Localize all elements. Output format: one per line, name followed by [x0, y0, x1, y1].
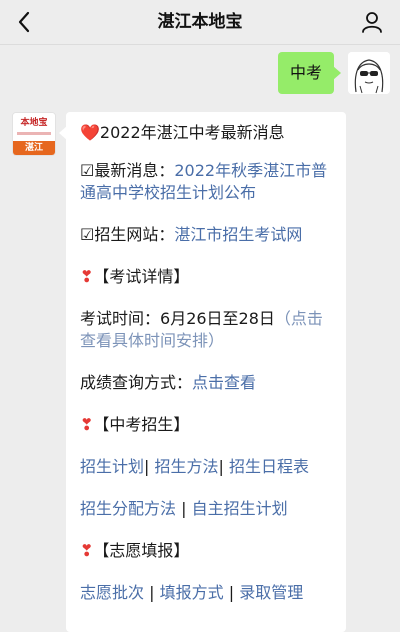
link-admission-management[interactable]: 录取管理	[239, 583, 303, 602]
site-link[interactable]: 湛江市招生考试网	[174, 225, 302, 244]
news-prefix: ☑最新消息：	[80, 161, 175, 180]
news-line: ☑最新消息：2022年秋季湛江市普通高中学校招生计划公布	[80, 160, 336, 204]
cartoon-girl-avatar-icon	[348, 52, 390, 94]
section-title: 【考试详情】	[93, 267, 190, 286]
link-independent-admission[interactable]: 自主招生计划	[192, 499, 288, 518]
admission-links-row-1: 招生计划| 招生方法| 招生日程表	[80, 456, 336, 478]
exam-time-line: 考试时间：6月26日至28日（点击查看具体时间安排）	[80, 308, 336, 352]
link-fill-method[interactable]: 填报方式	[160, 583, 224, 602]
score-line: 成绩查询方式：点击查看	[80, 372, 336, 394]
person-icon	[362, 12, 382, 33]
bot-logo-text: 本地宝	[13, 113, 55, 141]
exclamation-heart-icon: ❣	[80, 541, 94, 560]
application-links-row: 志愿批次 | 填报方式 | 录取管理	[80, 582, 336, 604]
reply-headline-text: 2022年湛江中考最新消息	[99, 123, 285, 142]
profile-button[interactable]	[358, 8, 386, 36]
section-admission: ❣【中考招生】	[80, 414, 336, 436]
site-prefix: ☑招生网站：	[80, 225, 175, 244]
link-admission-plan[interactable]: 招生计划	[80, 457, 144, 476]
site-line: ☑招生网站：湛江市招生考试网	[80, 224, 336, 246]
separator: |	[218, 457, 224, 476]
exam-time-value: 6月26日至28日	[160, 309, 275, 328]
bot-logo-underline	[17, 132, 51, 135]
link-admission-method[interactable]: 招生方法	[155, 457, 219, 476]
section-title: 【志愿填报】	[93, 541, 190, 560]
link-batches[interactable]: 志愿批次	[80, 583, 144, 602]
section-title: 【中考招生】	[93, 415, 190, 434]
score-link[interactable]: 点击查看	[192, 373, 256, 392]
separator: |	[144, 457, 150, 476]
separator: |	[228, 583, 235, 602]
section-application: ❣【志愿填报】	[80, 540, 336, 562]
exclamation-heart-icon: ❣	[80, 267, 94, 286]
outgoing-message-row: 中考	[190, 52, 390, 96]
incoming-message-bubble: ❤️2022年湛江中考最新消息 ☑最新消息：2022年秋季湛江市普通高中学校招生…	[59, 112, 346, 632]
heart-icon: ❤️	[80, 123, 100, 142]
link-allocation-method[interactable]: 招生分配方法	[80, 499, 176, 518]
separator: |	[181, 499, 187, 518]
bot-logo-city: 湛江	[13, 141, 55, 155]
bot-avatar[interactable]: 本地宝 湛江	[12, 112, 56, 156]
section-exam-details: ❣【考试详情】	[80, 266, 336, 288]
admission-links-row-2: 招生分配方法 | 自主招生计划	[80, 498, 336, 520]
outgoing-message-text: 中考	[289, 63, 322, 82]
chat-header: 湛江本地宝	[0, 0, 400, 45]
page-title: 湛江本地宝	[157, 12, 243, 32]
outgoing-message-bubble[interactable]: 中考	[277, 52, 342, 94]
link-admission-schedule[interactable]: 招生日程表	[229, 457, 309, 476]
user-avatar[interactable]	[348, 52, 390, 94]
exam-time-label: 考试时间：	[80, 309, 161, 328]
exclamation-heart-icon: ❣	[80, 415, 94, 434]
separator: |	[149, 583, 155, 602]
reply-headline: ❤️2022年湛江中考最新消息	[80, 122, 336, 144]
score-label: 成绩查询方式：	[80, 373, 193, 392]
